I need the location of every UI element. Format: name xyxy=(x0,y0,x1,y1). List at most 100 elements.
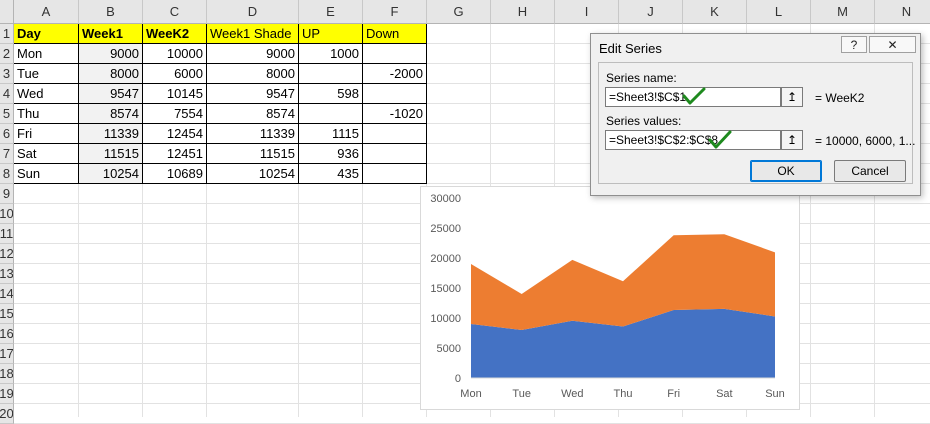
table-cell[interactable]: 12454 xyxy=(143,124,207,144)
row-header[interactable]: 10 xyxy=(0,204,14,224)
table-cell[interactable]: Sat xyxy=(14,144,79,164)
table-cell[interactable] xyxy=(363,144,427,164)
row-header[interactable]: 17 xyxy=(0,344,14,364)
table-cell[interactable]: 9000 xyxy=(79,44,143,64)
table-cell[interactable]: 10254 xyxy=(79,164,143,184)
row-header[interactable]: 19 xyxy=(0,384,14,404)
area-chart[interactable]: 0 5000 10000 15000 20000 25000 30000 Mon Tue Wed T… xyxy=(420,186,800,410)
row-header[interactable]: 8 xyxy=(0,164,14,184)
table-cell[interactable]: -1020 xyxy=(363,104,427,124)
row-header[interactable]: 7 xyxy=(0,144,14,164)
table-cell[interactable] xyxy=(363,124,427,144)
x-tick-label: Sat xyxy=(716,388,733,400)
ok-button[interactable]: OK xyxy=(750,160,822,182)
table-cell[interactable]: 598 xyxy=(299,84,363,104)
row-header[interactable]: 6 xyxy=(0,124,14,144)
table-cell[interactable]: 12451 xyxy=(143,144,207,164)
series-name-label: Series name: xyxy=(606,71,677,85)
close-button[interactable]: ✕ xyxy=(869,36,916,53)
row-header[interactable]: 12 xyxy=(0,244,14,264)
x-tick-label: Sun xyxy=(765,388,785,400)
table-cell[interactable]: Sun xyxy=(14,164,79,184)
column-header[interactable]: F xyxy=(363,0,427,24)
column-header[interactable]: C xyxy=(143,0,207,24)
row-header[interactable]: 16 xyxy=(0,324,14,344)
row-header[interactable]: 4 xyxy=(0,84,14,104)
row-header[interactable]: 3 xyxy=(0,64,14,84)
series-name-collapse-button[interactable]: ↥ xyxy=(781,87,803,107)
column-header[interactable]: E xyxy=(299,0,363,24)
table-cell[interactable]: 11515 xyxy=(207,144,299,164)
table-header-cell[interactable]: Week1 Shade xyxy=(207,24,299,44)
table-cell[interactable]: 11339 xyxy=(79,124,143,144)
row-header[interactable]: 2 xyxy=(0,44,14,64)
series-values-preview: = 10000, 6000, 1... xyxy=(815,134,916,148)
table-cell[interactable]: 8574 xyxy=(79,104,143,124)
table-cell[interactable]: Wed xyxy=(14,84,79,104)
table-cell[interactable] xyxy=(299,104,363,124)
table-cell[interactable]: Mon xyxy=(14,44,79,64)
x-tick-label: Wed xyxy=(561,388,583,400)
table-cell[interactable]: Thu xyxy=(14,104,79,124)
table-cell[interactable]: 8574 xyxy=(207,104,299,124)
table-cell[interactable] xyxy=(363,84,427,104)
row-header[interactable]: 9 xyxy=(0,184,14,204)
table-cell[interactable]: 8000 xyxy=(79,64,143,84)
table-cell[interactable]: 9547 xyxy=(207,84,299,104)
table-cell[interactable] xyxy=(363,164,427,184)
table-cell[interactable]: 9000 xyxy=(207,44,299,64)
table-cell[interactable]: 10000 xyxy=(143,44,207,64)
table-cell[interactable]: 11339 xyxy=(207,124,299,144)
checkmark-icon xyxy=(682,87,706,105)
table-cell[interactable] xyxy=(363,44,427,64)
column-header[interactable]: I xyxy=(555,0,619,24)
table-cell[interactable]: 1115 xyxy=(299,124,363,144)
table-header-cell[interactable]: WeeK2 xyxy=(143,24,207,44)
table-cell[interactable]: 7554 xyxy=(143,104,207,124)
column-header[interactable]: N xyxy=(875,0,930,24)
table-header-cell[interactable]: Down xyxy=(363,24,427,44)
y-tick-label: 25000 xyxy=(430,223,461,235)
row-header[interactable]: 11 xyxy=(0,224,14,244)
column-header[interactable]: A xyxy=(14,0,79,24)
row-header[interactable]: 20 xyxy=(0,404,14,424)
table-cell[interactable]: 10254 xyxy=(207,164,299,184)
table-header-cell[interactable]: Day xyxy=(14,24,79,44)
column-header[interactable]: B xyxy=(79,0,143,24)
table-cell[interactable]: 11515 xyxy=(79,144,143,164)
series-values-collapse-button[interactable]: ↥ xyxy=(781,130,803,150)
row-header[interactable]: 1 xyxy=(0,24,14,44)
row-header[interactable]: 18 xyxy=(0,364,14,384)
column-header[interactable]: H xyxy=(491,0,555,24)
table-cell[interactable]: 10145 xyxy=(143,84,207,104)
column-header[interactable]: M xyxy=(811,0,875,24)
table-cell[interactable]: 6000 xyxy=(143,64,207,84)
column-header[interactable]: J xyxy=(619,0,683,24)
help-button[interactable]: ? xyxy=(841,36,867,53)
table-header-cell[interactable]: Week1 xyxy=(79,24,143,44)
table-cell[interactable]: -2000 xyxy=(363,64,427,84)
column-header[interactable]: G xyxy=(427,0,491,24)
select-all-corner[interactable] xyxy=(0,0,14,24)
row-header[interactable]: 15 xyxy=(0,304,14,324)
row-header[interactable]: 13 xyxy=(0,264,14,284)
table-cell[interactable]: 10689 xyxy=(143,164,207,184)
row-header[interactable]: 14 xyxy=(0,284,14,304)
column-header[interactable]: L xyxy=(747,0,811,24)
collapse-icon: ↥ xyxy=(786,133,798,147)
column-header[interactable]: K xyxy=(683,0,747,24)
table-cell[interactable]: 1000 xyxy=(299,44,363,64)
cancel-button[interactable]: Cancel xyxy=(834,160,906,182)
y-tick-label: 0 xyxy=(455,373,461,385)
row-header[interactable]: 5 xyxy=(0,104,14,124)
table-cell[interactable] xyxy=(299,64,363,84)
table-cell[interactable]: 9547 xyxy=(79,84,143,104)
table-cell[interactable]: 435 xyxy=(299,164,363,184)
table-cell[interactable]: Fri xyxy=(14,124,79,144)
table-cell[interactable]: Tue xyxy=(14,64,79,84)
column-header[interactable]: D xyxy=(207,0,299,24)
table-cell[interactable]: 8000 xyxy=(207,64,299,84)
series-values-input[interactable]: =Sheet3!$C$2:$C$8 xyxy=(605,130,781,150)
table-cell[interactable]: 936 xyxy=(299,144,363,164)
table-header-cell[interactable]: UP xyxy=(299,24,363,44)
